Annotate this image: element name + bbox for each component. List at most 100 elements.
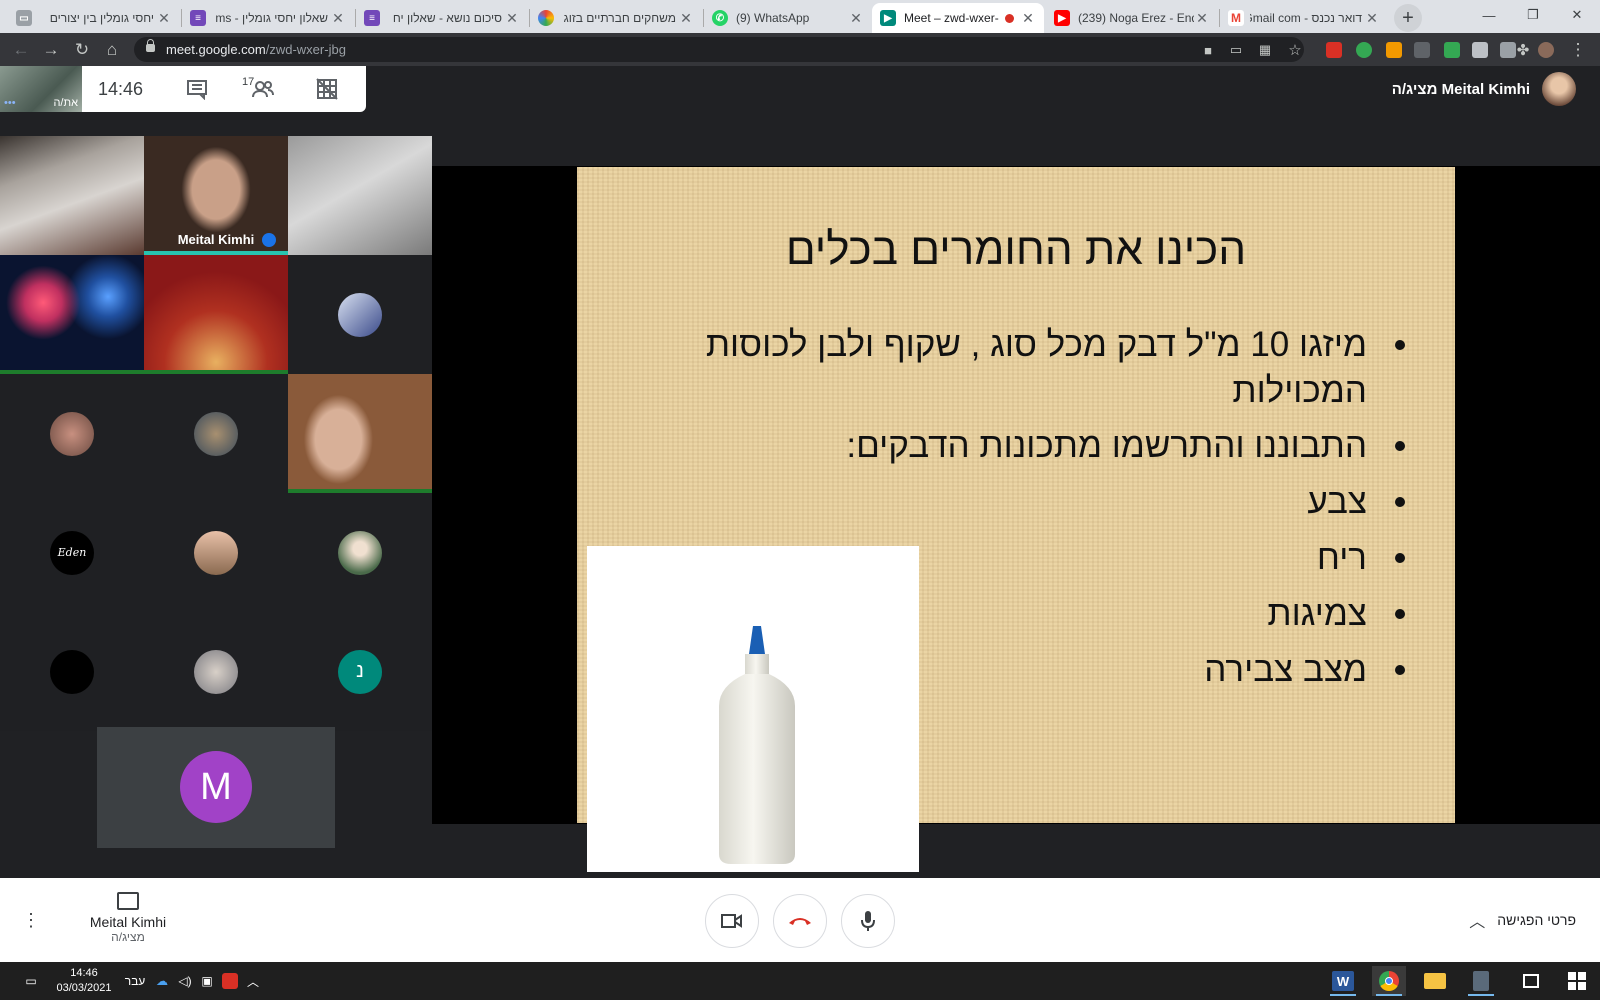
tab-2[interactable]: ≡ סיכום נושא - שאלון יח ✕	[356, 3, 528, 33]
meeting-details-label: פרטי הפגישה	[1497, 912, 1576, 928]
chevron-up-icon[interactable]: ︿	[244, 968, 262, 994]
participant-avatar	[338, 530, 382, 575]
home-icon[interactable]: ⌂	[100, 38, 124, 62]
youtube-icon: ▶	[1054, 10, 1070, 26]
participant-tile[interactable]	[0, 374, 144, 493]
tab-6[interactable]: ▶ (239) Noga Erez - End ✕	[1046, 3, 1218, 33]
tab-1[interactable]: ≡ שאלון יחסי גומלין - ms ✕	[182, 3, 354, 33]
participant-avatar	[194, 649, 238, 694]
close-icon[interactable]: ✕	[330, 10, 346, 27]
taskbar-date: 03/03/2021	[56, 982, 112, 994]
forward-icon[interactable]: →	[39, 38, 63, 62]
notification-icon[interactable]: ▭	[20, 968, 42, 994]
close-window-button[interactable]: ✕	[1554, 0, 1600, 30]
extension-key-icon[interactable]	[1386, 42, 1402, 58]
language-indicator[interactable]: עבר	[122, 968, 148, 994]
close-icon[interactable]: ✕	[1364, 10, 1380, 27]
participant-tile[interactable]	[288, 136, 432, 255]
participant-tile[interactable]	[144, 255, 288, 374]
participant-avatar	[50, 411, 94, 456]
cast-icon[interactable]: ▭	[1224, 38, 1248, 62]
close-icon[interactable]: ✕	[156, 10, 172, 27]
minimize-button[interactable]: —	[1466, 0, 1512, 30]
close-icon[interactable]: ✕	[1194, 10, 1210, 27]
participant-tile-speaker[interactable]: Meital Kimhi	[144, 136, 288, 255]
address-bar[interactable]: meet.google.com/zwd-wxer-jbg	[134, 37, 1304, 62]
screen: ▭ יחסי גומלין בין יצורים ✕ ≡ שאלון יחסי …	[0, 0, 1600, 1000]
tab-0[interactable]: ▭ יחסי גומלין בין יצורים ✕	[8, 3, 180, 33]
bullet-icon	[1395, 665, 1405, 675]
participant-tile[interactable]	[288, 374, 432, 493]
participant-tile[interactable]: M	[97, 727, 335, 848]
restore-button[interactable]: ❐	[1510, 0, 1556, 30]
calculator-icon[interactable]	[1464, 966, 1498, 996]
app-running-indicator	[1330, 994, 1356, 996]
system-clock[interactable]: 14:46 03/03/2021	[52, 966, 116, 996]
self-label: את/ה	[53, 97, 78, 109]
more-options-icon[interactable]: •••	[4, 97, 16, 109]
tab-4[interactable]: ✆ (9) WhatsApp ✕	[704, 3, 872, 33]
participant-tile[interactable]: Eden	[0, 493, 144, 612]
network-icon[interactable]: ▣	[198, 968, 216, 994]
meet-control-bar: ⋮ Meital Kimhi מציג/ה פרטי הפגישה ︿	[0, 878, 1600, 962]
people-icon[interactable]	[252, 78, 274, 100]
onedrive-icon[interactable]: ☁	[152, 968, 172, 994]
participant-tile[interactable]	[144, 612, 288, 731]
participant-tile[interactable]	[0, 136, 144, 255]
task-view-icon[interactable]	[1514, 966, 1548, 996]
chat-icon[interactable]	[186, 78, 208, 101]
extension-green-icon[interactable]	[1356, 42, 1372, 58]
close-icon[interactable]: ✕	[504, 10, 520, 27]
participant-tile[interactable]	[288, 255, 432, 374]
tab-7[interactable]: M דואר נכנס - Gmail com ✕	[1220, 3, 1388, 33]
file-explorer-icon[interactable]	[1418, 966, 1452, 996]
bullet-text: התבוננו והתרשמו מתכונות הדבקים:	[846, 426, 1367, 465]
camera-icon[interactable]: ■	[1196, 38, 1220, 62]
glue-bottle-image	[587, 546, 919, 872]
leave-call-button[interactable]	[773, 894, 827, 948]
extension-lock-icon[interactable]	[1326, 42, 1342, 58]
menu-icon[interactable]: ⋮	[1566, 38, 1590, 62]
close-icon[interactable]: ✕	[678, 10, 694, 27]
participant-tile[interactable]	[288, 493, 432, 612]
close-icon[interactable]: ✕	[1020, 10, 1036, 27]
participant-tile[interactable]	[0, 612, 144, 731]
microphone-toggle-button[interactable]	[841, 894, 895, 948]
reload-icon[interactable]: ↻	[70, 38, 94, 62]
bullet-icon	[1395, 497, 1405, 507]
browser-tab-strip: ▭ יחסי גומלין בין יצורים ✕ ≡ שאלון יחסי …	[0, 0, 1600, 33]
participant-avatar	[50, 649, 94, 694]
participant-tile[interactable]: נ	[288, 612, 432, 731]
extension-gray-icon[interactable]	[1472, 42, 1488, 58]
participant-tile[interactable]	[144, 374, 288, 493]
bullet-icon	[1395, 340, 1405, 350]
presenting-status[interactable]: Meital Kimhi מציג/ה	[80, 892, 176, 944]
bookmark-star-icon[interactable]: ☆	[1283, 38, 1307, 62]
extension-grid-icon[interactable]	[1414, 42, 1430, 58]
word-app-icon[interactable]: W	[1326, 966, 1360, 996]
tab-3[interactable]: משחקים חברתיים בזוג ✕	[530, 3, 702, 33]
close-icon[interactable]: ✕	[848, 10, 864, 27]
tab-5[interactable]: ▶ Meet – zwd-wxer- ✕	[872, 3, 1044, 33]
back-icon[interactable]: ←	[9, 38, 33, 62]
volume-icon[interactable]: ◁)	[176, 968, 194, 994]
camera-toggle-button[interactable]	[705, 894, 759, 948]
gmail-icon: M	[1228, 10, 1244, 26]
puzzle-icon[interactable]: ✤	[1511, 38, 1535, 62]
chrome-app-icon[interactable]	[1372, 966, 1406, 996]
self-view-tile[interactable]: ••• את/ה	[0, 66, 82, 112]
participant-tile[interactable]	[144, 493, 288, 612]
letter-avatar: נ	[338, 649, 382, 694]
extension-check-icon[interactable]	[1444, 42, 1460, 58]
new-tab-button[interactable]: +	[1394, 4, 1422, 32]
layout-grid-off-icon[interactable]	[316, 78, 338, 100]
participant-tile[interactable]	[0, 255, 144, 374]
speaking-icon	[262, 233, 276, 247]
acrobat-tray-icon[interactable]	[222, 973, 238, 989]
windows-start-icon[interactable]	[1560, 966, 1594, 996]
meeting-details-button[interactable]: פרטי הפגישה ︿	[1469, 908, 1576, 932]
profile-avatar[interactable]	[1538, 42, 1554, 58]
more-options-icon[interactable]: ⋮	[22, 910, 40, 931]
qr-icon[interactable]: ▦	[1253, 38, 1277, 62]
bullet-icon	[1395, 609, 1405, 619]
